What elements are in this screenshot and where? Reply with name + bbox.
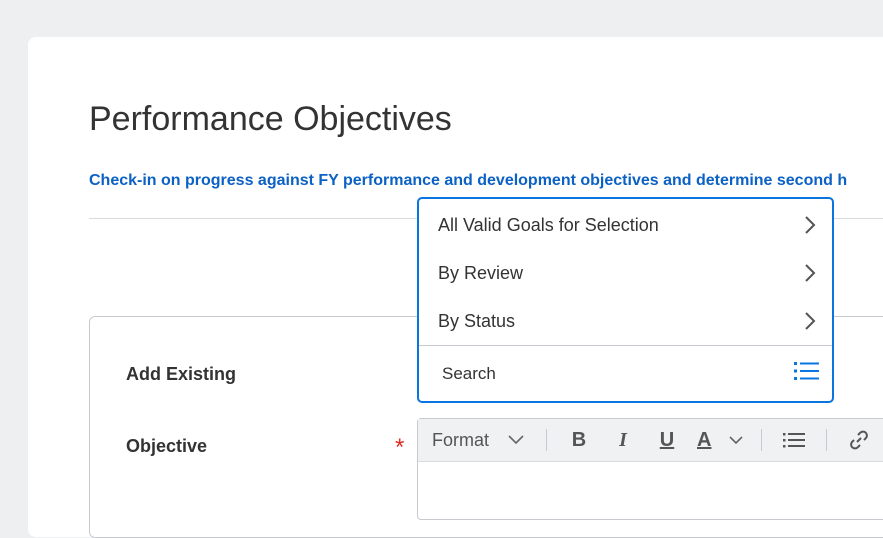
underline-button[interactable]: U [653,426,681,454]
toolbar-separator [546,429,547,451]
bulleted-list-button[interactable] [780,426,808,454]
italic-button[interactable]: I [609,426,637,454]
add-existing-label: Add Existing [126,364,237,384]
chevron-right-icon [804,312,816,330]
bold-button[interactable]: B [565,426,593,454]
dropdown-item-label: By Review [438,262,524,283]
italic-icon: I [619,428,627,451]
link-button[interactable] [845,426,873,454]
search-input[interactable] [442,363,742,384]
page-subtitle-link[interactable]: Check-in on progress against FY performa… [89,172,883,190]
dropdown-search [419,346,832,401]
dropdown-item-label: All Valid Goals for Selection [438,214,659,235]
dropdown-item-by-status[interactable]: By Status [419,297,832,345]
objective-editor[interactable]: Format B I U A [417,418,883,520]
toolbar-separator [826,429,827,451]
dropdown-item-all-valid-goals[interactable]: All Valid Goals for Selection [419,201,832,249]
dropdown-item-label: By Status [438,310,516,331]
chevron-right-icon [804,216,816,234]
font-color-icon: A [697,428,712,451]
dropdown-item-by-review[interactable]: By Review [419,249,832,297]
format-dropdown[interactable]: Format [418,430,536,451]
required-marker: * [395,434,405,461]
objective-label: Objective [126,436,208,456]
font-color-button[interactable]: A [697,426,743,454]
link-icon [850,430,868,450]
editor-toolbar: Format B I U A [418,419,883,462]
toolbar-separator [761,429,762,451]
page-title: Performance Objectives [89,100,452,138]
add-existing-dropdown: All Valid Goals for Selection By Review … [417,197,834,403]
format-label: Format [432,429,490,450]
underline-icon: U [659,428,675,451]
bulleted-list-icon [783,433,805,448]
list-icon[interactable] [794,360,820,387]
chevron-down-icon [508,435,524,445]
chevron-right-icon [804,264,816,282]
bold-icon: B [571,428,587,451]
chevron-down-icon [729,435,743,444]
